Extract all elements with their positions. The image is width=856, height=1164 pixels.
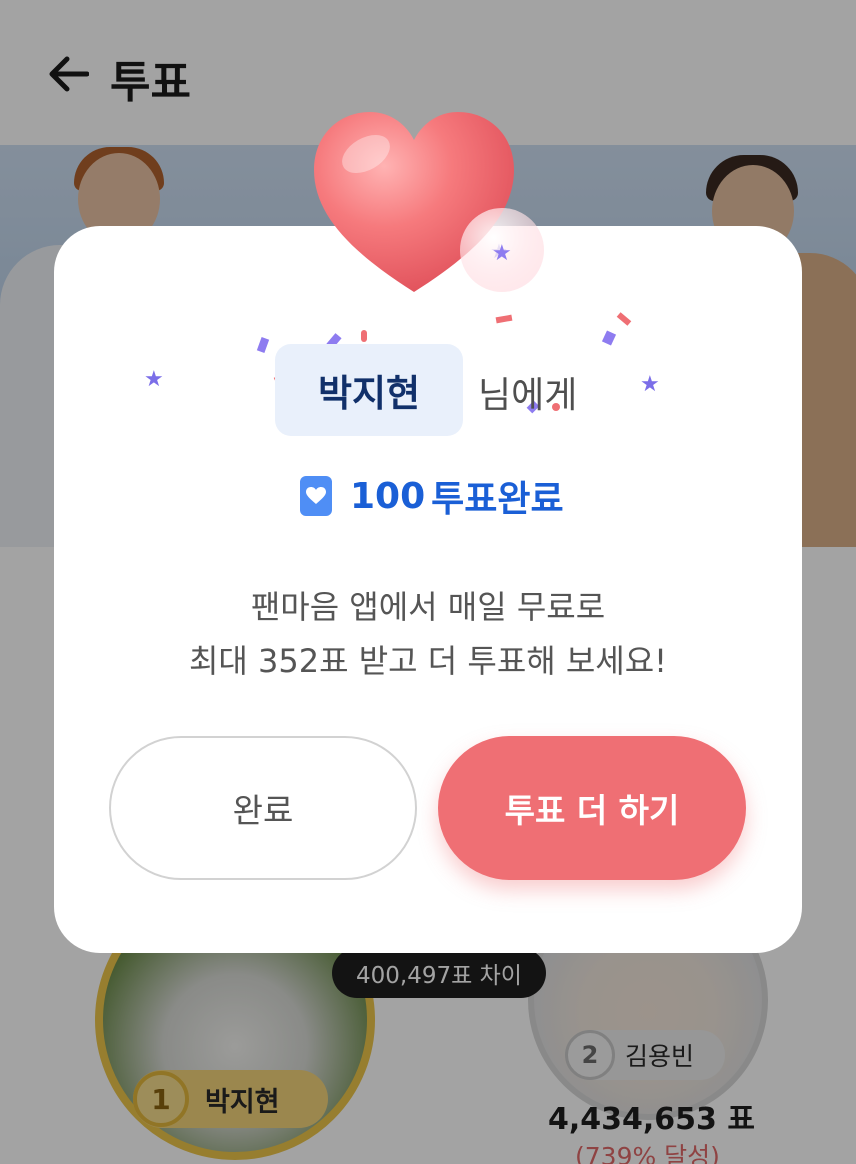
recipient-name-pill: 박지현 <box>275 344 463 436</box>
vote-heart-icon <box>300 476 332 516</box>
svg-text:★: ★ <box>492 241 512 266</box>
vote-done-label: 투표완료 <box>431 479 564 520</box>
confetti-piece <box>495 314 513 324</box>
confetti-piece <box>616 312 632 326</box>
confetti-piece <box>361 330 367 342</box>
vote-status: 100 투표완료 <box>300 474 564 520</box>
vote-more-button[interactable]: 투표 더 하기 <box>438 736 746 880</box>
description-line-2: 최대 352표 받고 더 투표해 보세요! <box>188 642 668 680</box>
confetti-piece <box>256 337 270 353</box>
recipient-suffix: 님에게 <box>478 375 578 416</box>
done-button[interactable]: 완료 <box>109 736 417 880</box>
description-line-1: 팬마음 앱에서 매일 무료로 <box>250 588 606 626</box>
confetti-piece <box>601 330 617 346</box>
vote-count: 100 <box>350 475 426 517</box>
heart-icon: ★ <box>306 104 556 314</box>
star-icon: ★ <box>144 367 164 392</box>
star-icon: ★ <box>640 372 660 397</box>
vote-complete-modal: ★ ★ ★ 박지현 님에게 100 투표완료 팬마음 앱에서 매일 무료로 최대… <box>54 226 802 953</box>
